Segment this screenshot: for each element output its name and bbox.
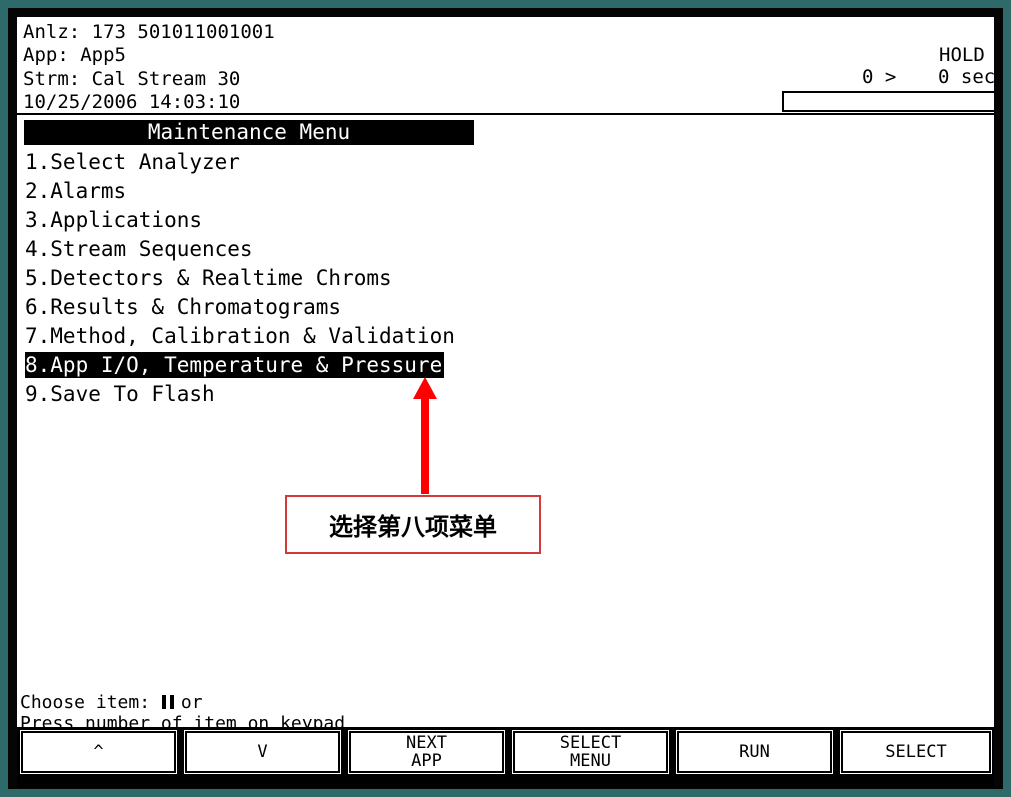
up-softkey[interactable]: ^ <box>20 730 177 774</box>
next-app-line1: NEXT <box>406 733 447 753</box>
progress-box <box>782 91 994 112</box>
prompt-choose-label: Choose item: <box>20 692 161 713</box>
menu-item-select-analyzer[interactable]: 1.Select Analyzer <box>25 149 242 175</box>
prompt-line-choose: Choose item: or <box>20 693 203 713</box>
next-app-softkey[interactable]: NEXT APP <box>348 730 505 774</box>
elapsed-time: 0 sec <box>938 66 994 88</box>
down-softkey-label: V <box>257 742 268 762</box>
cycle-position: 0 > <box>862 66 897 88</box>
prompt-or-label: or <box>180 692 203 713</box>
mode-status: HOLD <box>939 44 985 66</box>
softkey-bar: ^ V NEXT APP SELECT MENU RUN SELECT <box>17 727 994 788</box>
down-softkey[interactable]: V <box>184 730 341 774</box>
select-menu-line2: MENU <box>570 751 611 771</box>
analyzer-id: Anlz: 173 501011001001 <box>23 21 275 43</box>
header-divider <box>17 113 994 115</box>
menu-item-detectors-realtime-chroms[interactable]: 5.Detectors & Realtime Chroms <box>25 265 394 291</box>
run-softkey[interactable]: RUN <box>676 730 833 774</box>
up-softkey-label: ^ <box>93 742 104 762</box>
menu-item-method-calibration-validation[interactable]: 7.Method, Calibration & Validation <box>25 323 457 349</box>
menu-title: Maintenance Menu <box>24 120 474 145</box>
stream-name: Strm: Cal Stream 30 <box>23 68 241 90</box>
menu-item-stream-sequences[interactable]: 4.Stream Sequences <box>25 236 255 262</box>
arrow-shaft <box>421 398 429 494</box>
run-softkey-label: RUN <box>739 742 770 762</box>
up-arrow-annotation-icon <box>413 377 437 399</box>
menu-item-alarms[interactable]: 2.Alarms <box>25 178 128 204</box>
next-app-line2: APP <box>411 751 442 771</box>
application-name: App: App5 <box>23 44 126 66</box>
menu-item-results-chromatograms[interactable]: 6.Results & Chromatograms <box>25 294 343 320</box>
menu-item-app-io-temperature-pressure[interactable]: 8.App I/O, Temperature & Pressure <box>25 352 445 378</box>
date-time: 10/25/2006 14:03:10 <box>23 91 241 113</box>
menu-item-applications[interactable]: 3.Applications <box>25 207 204 233</box>
select-softkey[interactable]: SELECT <box>840 730 992 774</box>
menu-item-save-to-flash[interactable]: 9.Save To Flash <box>25 381 217 407</box>
analyzer-screen: Anlz: 173 501011001001 App: App5 Strm: C… <box>17 17 994 788</box>
select-menu-softkey[interactable]: SELECT MENU <box>512 730 669 774</box>
select-softkey-label: SELECT <box>885 742 947 762</box>
status-header: Anlz: 173 501011001001 App: App5 Strm: C… <box>17 17 994 114</box>
pause-icon <box>161 695 175 709</box>
select-menu-line1: SELECT <box>559 733 622 753</box>
annotation-note: 选择第八项菜单 <box>285 495 541 554</box>
